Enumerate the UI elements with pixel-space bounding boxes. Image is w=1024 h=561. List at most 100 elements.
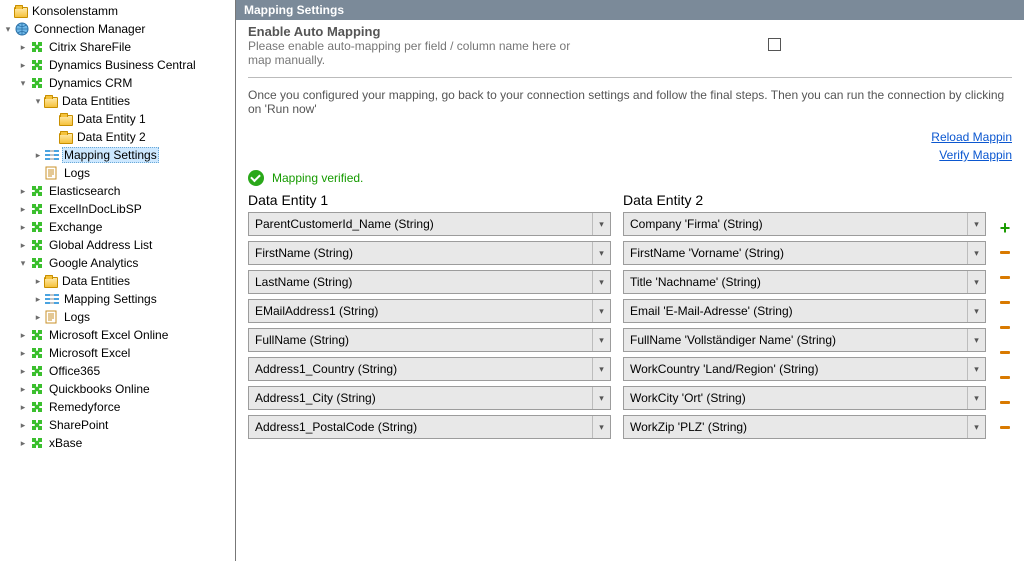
logs-icon [44,165,60,181]
chevron-down-icon: ▾ [967,387,985,409]
field-dropdown[interactable]: ParentCustomerId_Name (String)▾ [248,212,611,236]
field-dropdown[interactable]: WorkZip 'PLZ' (String)▾ [623,415,986,439]
field-dropdown[interactable]: Address1_City (String)▾ [248,386,611,410]
tree-connection-manager[interactable]: ▾ Connection Manager [2,20,235,38]
remove-row-button[interactable] [1000,401,1010,404]
folder-icon [59,133,73,144]
tree-item-ga-logs[interactable]: ▸Logs [32,308,235,326]
chevron-down-icon: ▾ [592,213,610,235]
field-dropdown[interactable]: FirstName 'Vorname' (String)▾ [623,241,986,265]
tree-item-ga[interactable]: ▾Google Analytics [17,254,235,272]
field-dropdown[interactable]: FullName (String)▾ [248,328,611,352]
tree-label: Konsolenstamm [30,3,120,19]
field-dropdown[interactable]: Company 'Firma' (String)▾ [623,212,986,236]
remove-row-button[interactable] [1000,426,1010,429]
remove-row-button[interactable] [1000,326,1010,329]
tree-item-data-entities[interactable]: ▾Data Entities [32,92,235,110]
col2-header: Data Entity 2 [623,192,986,208]
folder-icon [14,7,28,18]
tree-item-gal[interactable]: ▸Global Address List [17,236,235,254]
puzzle-icon [29,399,45,415]
tree-root[interactable]: ▸ Konsolenstamm [2,2,235,20]
puzzle-icon [29,255,45,271]
field-dropdown[interactable]: Email 'E-Mail-Adresse' (String)▾ [623,299,986,323]
mapping-icon [44,291,60,307]
puzzle-icon [29,417,45,433]
field-dropdown[interactable]: Address1_Country (String)▾ [248,357,611,381]
chevron-down-icon: ▾ [592,416,610,438]
verify-mapping-link[interactable]: Verify Mappin [248,146,1012,164]
tree-item-de1[interactable]: ▸Data Entity 1 [47,110,235,128]
tree-item-exchange[interactable]: ▸Exchange [17,218,235,236]
mapping-icon [44,147,60,163]
tree-item-logs[interactable]: ▸Logs [32,164,235,182]
instructions-text: Once you configured your mapping, go bac… [248,88,1012,116]
puzzle-icon [29,327,45,343]
folder-icon [44,277,58,288]
field-dropdown[interactable]: WorkCountry 'Land/Region' (String)▾ [623,357,986,381]
puzzle-icon [29,381,45,397]
remove-row-button[interactable] [1000,301,1010,304]
field-dropdown[interactable]: FullName 'Vollständiger Name' (String)▾ [623,328,986,352]
chevron-down-icon: ▾ [967,213,985,235]
reload-mapping-link[interactable]: Reload Mappin [248,128,1012,146]
auto-mapping-checkbox[interactable] [768,38,781,51]
tree-item-xb[interactable]: ▸xBase [17,434,235,452]
chevron-down-icon: ▾ [967,271,985,293]
tree-item-dbc[interactable]: ▸Dynamics Business Central [17,56,235,74]
puzzle-icon [29,39,45,55]
tree-item-rf[interactable]: ▸Remedyforce [17,398,235,416]
chevron-down-icon: ▾ [967,300,985,322]
chevron-down-icon: ▾ [967,416,985,438]
remove-row-button[interactable] [1000,276,1010,279]
remove-row-button[interactable] [1000,351,1010,354]
expand-icon[interactable]: ▾ [2,25,14,34]
remove-row-button[interactable] [1000,376,1010,379]
chevron-down-icon: ▾ [592,358,610,380]
auto-mapping-title: Enable Auto Mapping [248,24,588,39]
tree-item-dcrm[interactable]: ▾Dynamics CRM [17,74,235,92]
chevron-down-icon: ▾ [967,242,985,264]
tree-item-mapping-settings[interactable]: ▸Mapping Settings [32,146,235,164]
chevron-down-icon: ▾ [592,242,610,264]
tree-item-exceldoclib[interactable]: ▸ExcelInDocLibSP [17,200,235,218]
folder-icon [44,97,58,108]
chevron-down-icon: ▾ [967,358,985,380]
chevron-down-icon: ▾ [592,271,610,293]
tree-item-citrix[interactable]: ▸Citrix ShareFile [17,38,235,56]
field-dropdown[interactable]: FirstName (String)▾ [248,241,611,265]
field-dropdown[interactable]: EMailAddress1 (String)▾ [248,299,611,323]
auto-mapping-desc: Please enable auto-mapping per field / c… [248,39,588,67]
tree-item-qbo[interactable]: ▸Quickbooks Online [17,380,235,398]
tree-item-elastic[interactable]: ▸Elasticsearch [17,182,235,200]
row-actions: + [998,192,1012,444]
tree-item-de2[interactable]: ▸Data Entity 2 [47,128,235,146]
add-row-button[interactable]: + [998,216,1012,240]
chevron-down-icon: ▾ [967,329,985,351]
chevron-down-icon: ▾ [592,329,610,351]
puzzle-icon [29,219,45,235]
check-icon [248,170,264,186]
field-dropdown[interactable]: Address1_PostalCode (String)▾ [248,415,611,439]
field-dropdown[interactable]: Title 'Nachname' (String)▾ [623,270,986,294]
col1-header: Data Entity 1 [248,192,611,208]
folder-icon [59,115,73,126]
tree-item-mso[interactable]: ▸Microsoft Excel Online [17,326,235,344]
mapping-column-2: Data Entity 2 Company 'Firma' (String)▾ F… [623,192,986,444]
mapping-column-1: Data Entity 1 ParentCustomerId_Name (Str… [248,192,611,444]
tree-item-sp[interactable]: ▸SharePoint [17,416,235,434]
tree-item-ga-de[interactable]: ▸Data Entities [32,272,235,290]
field-dropdown[interactable]: LastName (String)▾ [248,270,611,294]
puzzle-icon [29,435,45,451]
puzzle-icon [29,237,45,253]
remove-row-button[interactable] [1000,251,1010,254]
tree-item-o365[interactable]: ▸Office365 [17,362,235,380]
puzzle-icon [29,363,45,379]
tree-item-ga-ms[interactable]: ▸Mapping Settings [32,290,235,308]
puzzle-icon [29,345,45,361]
tree-label: Connection Manager [32,21,147,37]
field-dropdown[interactable]: WorkCity 'Ort' (String)▾ [623,386,986,410]
tree-item-mse[interactable]: ▸Microsoft Excel [17,344,235,362]
panel-title: Mapping Settings [236,0,1024,20]
auto-mapping-section: Enable Auto Mapping Please enable auto-m… [248,24,1012,78]
